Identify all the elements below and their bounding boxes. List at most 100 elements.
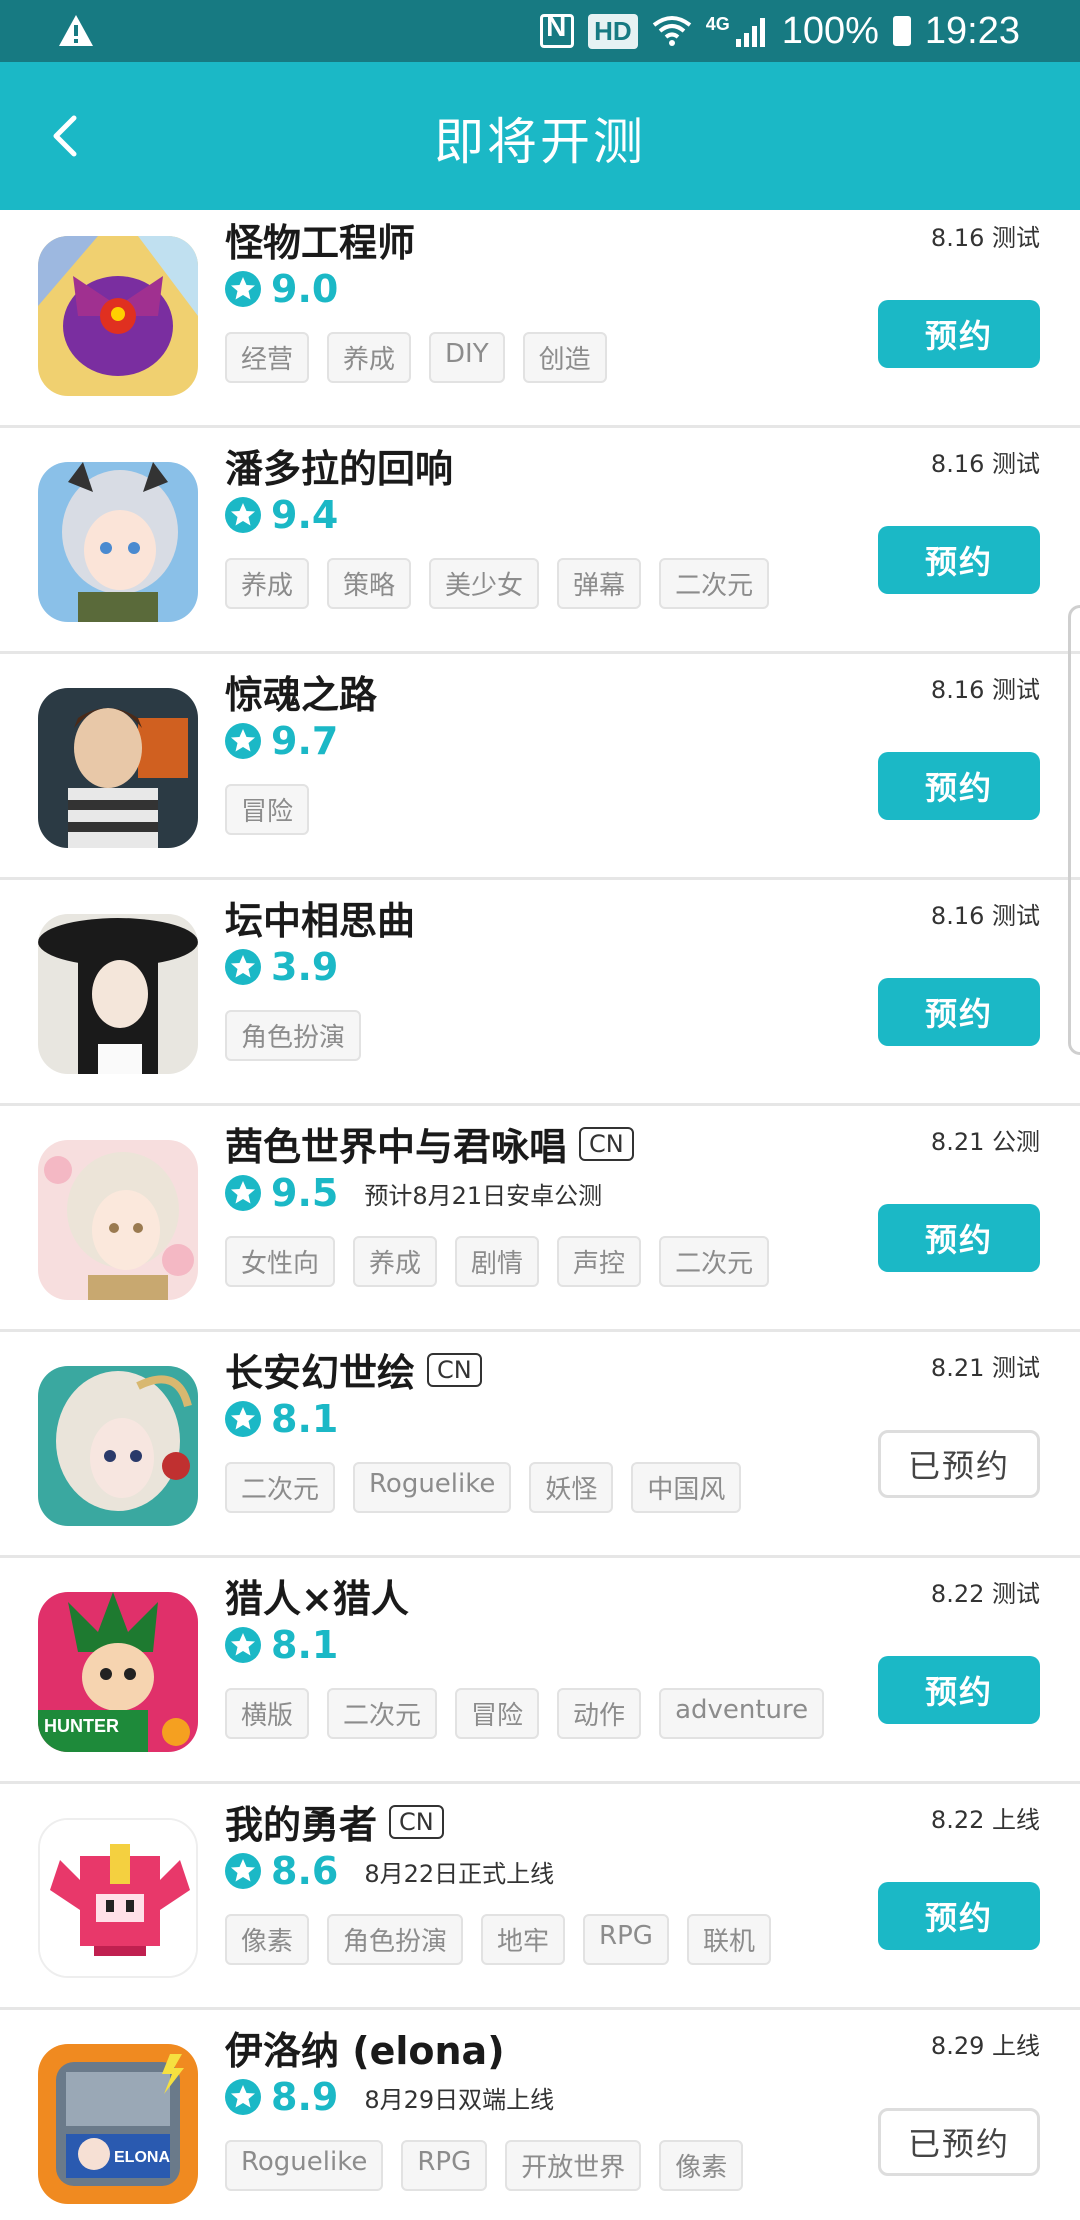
- game-name[interactable]: 伊洛纳 (elona): [225, 2020, 505, 2075]
- tag[interactable]: 横版: [225, 1688, 310, 1739]
- reserve-button[interactable]: 预约: [878, 526, 1040, 594]
- rating: 9.7: [225, 719, 338, 763]
- tag[interactable]: 养成: [225, 558, 310, 609]
- reserve-button[interactable]: 预约: [878, 1204, 1040, 1272]
- game-name[interactable]: 惊魂之路: [225, 664, 377, 719]
- reserved-button[interactable]: 已预约: [878, 1430, 1040, 1498]
- game-icon[interactable]: [38, 1818, 198, 1978]
- star-icon: [225, 723, 261, 759]
- game-row[interactable]: 长安幻世绘 CN 8.1 二次元 Roguelike 妖怪 中国风 8.21 测试…: [0, 1332, 1080, 1558]
- game-icon[interactable]: HUNTER: [38, 1592, 198, 1752]
- tag[interactable]: 角色扮演: [225, 1010, 362, 1061]
- tag[interactable]: 二次元: [327, 1688, 438, 1739]
- game-name[interactable]: 长安幻世绘 CN: [225, 1342, 482, 1397]
- game-name[interactable]: 茜色世界中与君咏唱 CN: [225, 1116, 634, 1171]
- reserve-button[interactable]: 预约: [878, 1882, 1040, 1950]
- reserve-button[interactable]: 预约: [878, 978, 1040, 1046]
- rating-score: 9.5: [271, 1171, 339, 1215]
- game-icon[interactable]: [38, 236, 198, 396]
- tag[interactable]: RPG: [401, 2140, 488, 2191]
- reserve-button[interactable]: 预约: [878, 300, 1040, 368]
- star-icon: [225, 497, 261, 533]
- elona-logo-text: ELONA: [114, 2149, 170, 2166]
- rating-score: 8.6: [271, 1849, 339, 1893]
- tag[interactable]: 像素: [225, 1914, 310, 1965]
- edge-panel-handle[interactable]: [1068, 605, 1080, 1055]
- test-date: 8.16 测试: [930, 224, 1040, 252]
- reserve-button[interactable]: 预约: [878, 1656, 1040, 1724]
- tag[interactable]: 弹幕: [557, 558, 642, 609]
- game-icon[interactable]: ELONA: [38, 2044, 198, 2204]
- tag[interactable]: 二次元: [659, 1236, 770, 1287]
- game-row[interactable]: 怪物工程师 9.0 经营 养成 DIY 创造 8.16 测试 预约: [0, 210, 1080, 428]
- rating-score: 9.7: [271, 719, 339, 763]
- tag[interactable]: 二次元: [225, 1462, 336, 1513]
- test-date: 8.16 测试: [930, 902, 1040, 930]
- rating: 8.6 8月22日正式上线: [225, 1849, 554, 1893]
- game-name[interactable]: 坛中相思曲: [225, 890, 415, 945]
- star-icon: [225, 271, 261, 307]
- tag[interactable]: 策略: [327, 558, 412, 609]
- tag-list: 经营 养成 DIY 创造: [225, 332, 607, 383]
- tag[interactable]: 女性向: [225, 1236, 336, 1287]
- tag[interactable]: 声控: [557, 1236, 642, 1287]
- tag[interactable]: 经营: [225, 332, 310, 383]
- tag[interactable]: 妖怪: [529, 1462, 614, 1513]
- game-name[interactable]: 我的勇者 CN: [225, 1794, 444, 1849]
- rating-score: 9.4: [271, 493, 339, 537]
- rating: 8.9 8月29日双端上线: [225, 2075, 554, 2119]
- rating: 9.4: [225, 493, 338, 537]
- game-row[interactable]: 我的勇者 CN 8.6 8月22日正式上线 像素 角色扮演 地牢 RPG 联机 8…: [0, 1784, 1080, 2010]
- game-row[interactable]: 潘多拉的回响 9.4 养成 策略 美少女 弹幕 二次元 8.16 测试 预约: [0, 428, 1080, 654]
- game-icon[interactable]: [38, 1366, 198, 1526]
- game-list[interactable]: 怪物工程师 9.0 经营 养成 DIY 创造 8.16 测试 预约 潘多拉的回响…: [0, 210, 1080, 2220]
- cn-badge: CN: [389, 1804, 444, 1839]
- tag[interactable]: Roguelike: [225, 2140, 384, 2191]
- signal-icon: [735, 18, 765, 47]
- tag-list: 冒险: [225, 784, 310, 835]
- status-bar: HD 4G 100% 19:23: [0, 0, 1080, 62]
- game-icon[interactable]: [38, 462, 198, 622]
- tag[interactable]: 角色扮演: [327, 1914, 464, 1965]
- tag[interactable]: 冒险: [455, 1688, 540, 1739]
- reserve-button[interactable]: 预约: [878, 752, 1040, 820]
- page-title: 即将开测: [434, 113, 646, 171]
- game-name[interactable]: 潘多拉的回响: [225, 438, 453, 493]
- tag[interactable]: adventure: [659, 1688, 825, 1739]
- tag[interactable]: RPG: [583, 1914, 669, 1965]
- tag[interactable]: 动作: [557, 1688, 642, 1739]
- tag[interactable]: 创造: [522, 332, 607, 383]
- reserved-button[interactable]: 已预约: [878, 2108, 1040, 2176]
- tag[interactable]: 像素: [659, 2140, 744, 2191]
- tag[interactable]: 剧情: [455, 1236, 540, 1287]
- game-row[interactable]: 茜色世界中与君咏唱 CN 9.5 预计8月21日安卓公测 女性向 养成 剧情 声控…: [0, 1106, 1080, 1332]
- tag[interactable]: 开放世界: [505, 2140, 642, 2191]
- rating-score: 8.1: [271, 1397, 339, 1441]
- tag[interactable]: Roguelike: [353, 1462, 512, 1513]
- tag[interactable]: 地牢: [481, 1914, 566, 1965]
- tag[interactable]: 养成: [353, 1236, 438, 1287]
- tag[interactable]: 中国风: [631, 1462, 742, 1513]
- battery-icon: [892, 16, 911, 46]
- star-icon: [225, 1627, 261, 1663]
- tag[interactable]: 美少女: [429, 558, 540, 609]
- tag[interactable]: 冒险: [225, 784, 310, 835]
- game-row[interactable]: 惊魂之路 9.7 冒险 8.16 测试 预约: [0, 654, 1080, 880]
- game-name[interactable]: 怪物工程师: [225, 212, 415, 267]
- game-name[interactable]: 猎人×猎人: [225, 1568, 409, 1623]
- rating-score: 3.9: [271, 945, 339, 989]
- game-icon[interactable]: [38, 1140, 198, 1300]
- star-icon: [225, 1853, 261, 1889]
- game-row[interactable]: HUNTER 猎人×猎人 8.1 横版 二次元 冒险 动作 adventure …: [0, 1558, 1080, 1784]
- game-row[interactable]: ELONA 伊洛纳 (elona) 8.9 8月29日双端上线 Roguelik…: [0, 2010, 1080, 2220]
- tag-list: 角色扮演: [225, 1010, 362, 1061]
- tag[interactable]: DIY: [429, 332, 505, 383]
- tag[interactable]: 养成: [327, 332, 412, 383]
- tag-list: 像素 角色扮演 地牢 RPG 联机: [225, 1914, 771, 1965]
- tag[interactable]: 二次元: [659, 558, 770, 609]
- game-row[interactable]: 坛中相思曲 3.9 角色扮演 8.16 测试 预约: [0, 880, 1080, 1106]
- cn-badge: CN: [579, 1126, 634, 1161]
- tag[interactable]: 联机: [686, 1914, 771, 1965]
- game-icon[interactable]: [38, 688, 198, 848]
- game-icon[interactable]: [38, 914, 198, 1074]
